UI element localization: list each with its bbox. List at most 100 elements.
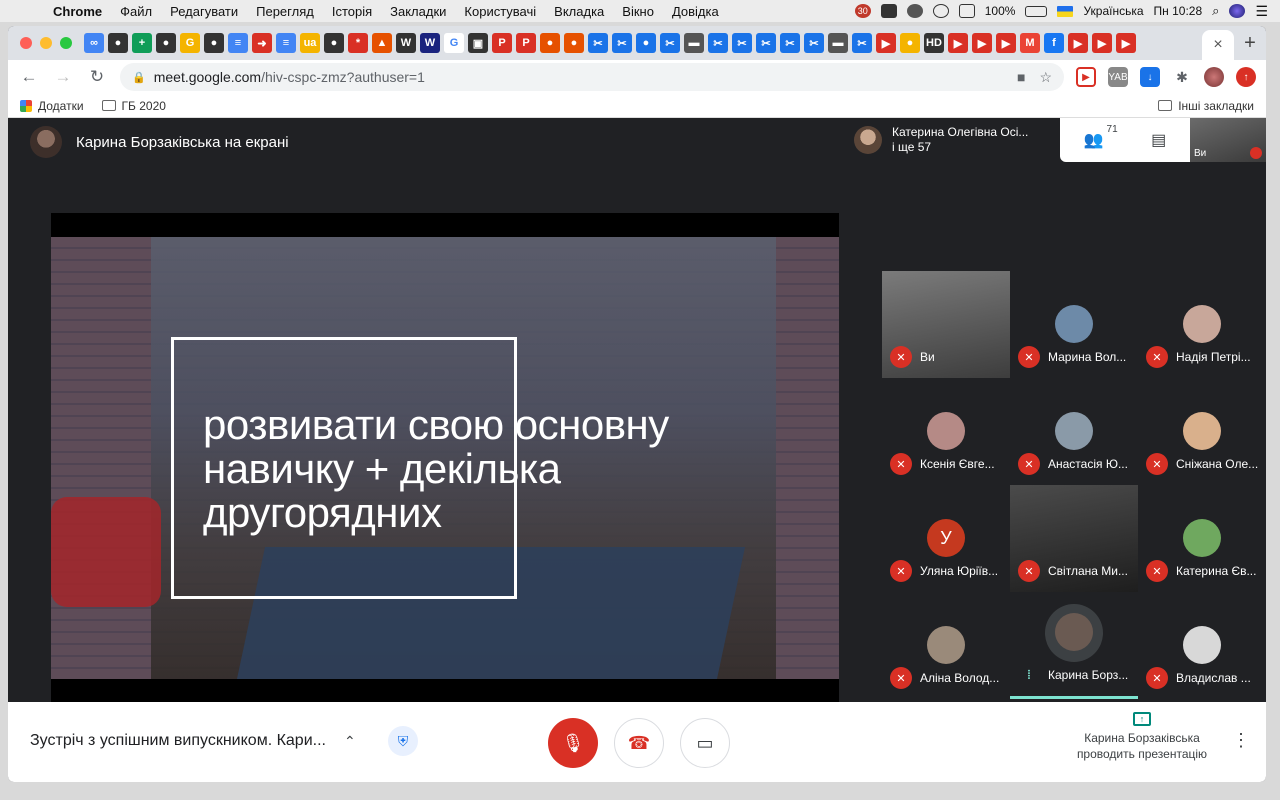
update-icon[interactable]: ↑ xyxy=(1236,67,1256,87)
mic-toggle-button[interactable]: 🎙 xyxy=(548,718,598,768)
spotlight-search-icon[interactable]: ⌕ xyxy=(1212,3,1219,19)
extension-download-icon[interactable]: ↓ xyxy=(1140,67,1160,87)
pinned-tab-favicon-icon[interactable]: ➜ xyxy=(252,33,272,53)
pinned-tab-favicon-icon[interactable]: ✂ xyxy=(732,33,752,53)
pinned-tab-favicon-icon[interactable]: W xyxy=(420,33,440,53)
pinned-tab-favicon-icon[interactable]: ✂ xyxy=(660,33,680,53)
pinned-tab-favicon-icon[interactable]: ✂ xyxy=(804,33,824,53)
extension-red-icon[interactable]: ▶ xyxy=(1076,67,1096,87)
participant-tile[interactable]: ✕ Аліна Волод... xyxy=(882,592,1010,699)
bookmark-star-icon[interactable]: ☆ xyxy=(1039,69,1052,86)
participant-tile[interactable]: ✕ Ксенія Євге... xyxy=(882,378,1010,485)
close-window-button[interactable] xyxy=(20,37,32,49)
pinned-tab-favicon-icon[interactable]: P xyxy=(516,33,536,53)
pinned-tab-favicon-icon[interactable]: ✂ xyxy=(852,33,872,53)
pinned-tab-favicon-icon[interactable]: ✂ xyxy=(612,33,632,53)
notification-badge-icon[interactable]: 30 xyxy=(854,4,871,18)
pinned-tab-favicon-icon[interactable]: ● xyxy=(204,33,224,53)
menu-users[interactable]: Користувачі xyxy=(455,4,545,19)
camera-toggle-button[interactable]: ▭ xyxy=(680,718,730,768)
profile-avatar[interactable] xyxy=(1204,67,1224,87)
menu-history[interactable]: Історія xyxy=(323,4,381,19)
pinned-tab-favicon-icon[interactable]: G xyxy=(180,33,200,53)
tab-close-icon[interactable]: × xyxy=(1213,36,1222,54)
feather-icon[interactable] xyxy=(880,4,897,18)
meeting-details[interactable]: Зустріч з успішним випускником. Кари... … xyxy=(30,732,356,750)
clock[interactable]: Пн 10:28 xyxy=(1154,4,1203,18)
extension-yab-icon[interactable]: YAB xyxy=(1108,67,1128,87)
more-options-icon[interactable]: ⋮ xyxy=(1232,730,1250,751)
pinned-tab-favicon-icon[interactable]: ▶ xyxy=(972,33,992,53)
participants-summary[interactable]: Катерина Олегівна Осі... і ще 57 xyxy=(846,118,1060,162)
self-view-mini[interactable]: Ви xyxy=(1190,118,1266,162)
pinned-tab-favicon-icon[interactable]: ▲ xyxy=(372,33,392,53)
pinned-tab-favicon-icon[interactable]: ● xyxy=(156,33,176,53)
participant-tile[interactable]: ✕ Світлана Ми... xyxy=(1010,485,1138,592)
battery-icon[interactable] xyxy=(1025,5,1048,17)
volume-icon[interactable] xyxy=(958,4,975,18)
pinned-tab-favicon-icon[interactable]: ● xyxy=(636,33,656,53)
reload-icon[interactable]: ↻ xyxy=(86,67,108,87)
siri-icon[interactable] xyxy=(1229,4,1246,18)
control-center-icon[interactable]: ☰ xyxy=(1255,3,1268,20)
pinned-tab-favicon-icon[interactable]: ua xyxy=(300,33,320,53)
bookmark-apps[interactable]: Додатки xyxy=(20,99,84,113)
pinned-tab-favicon-icon[interactable]: G xyxy=(444,33,464,53)
pinned-tab-favicon-icon[interactable]: ▶ xyxy=(1092,33,1112,53)
participant-tile[interactable]: ✕ Сніжана Оле... xyxy=(1138,378,1266,485)
zoom-window-button[interactable] xyxy=(60,37,72,49)
pinned-tab-favicon-icon[interactable]: ✂ xyxy=(756,33,776,53)
menu-window[interactable]: Вікно xyxy=(613,4,663,19)
pinned-tab-favicon-icon[interactable]: ▶ xyxy=(996,33,1016,53)
wifi-icon[interactable] xyxy=(932,4,949,18)
pinned-tab-favicon-icon[interactable]: ● xyxy=(564,33,584,53)
pinned-tab-favicon-icon[interactable]: ▶ xyxy=(948,33,968,53)
participant-tile[interactable]: ✕ Анастасія Ю... xyxy=(1010,378,1138,485)
pinned-tab-favicon-icon[interactable]: ∞ xyxy=(84,33,104,53)
pinned-tab-favicon-icon[interactable]: ✂ xyxy=(588,33,608,53)
menu-bookmarks[interactable]: Закладки xyxy=(381,4,455,19)
participant-tile[interactable]: ✕ Владислав ... xyxy=(1138,592,1266,699)
pinned-tab-favicon-icon[interactable]: ✂ xyxy=(780,33,800,53)
pinned-tab-favicon-icon[interactable]: ▬ xyxy=(684,33,704,53)
camera-in-use-icon[interactable]: ■ xyxy=(1017,69,1025,86)
pinned-tab-favicon-icon[interactable]: * xyxy=(348,33,368,53)
pinned-tab-favicon-icon[interactable]: ● xyxy=(540,33,560,53)
chat-button[interactable]: ▤ xyxy=(1151,130,1166,150)
keyboard-layout[interactable]: Українська xyxy=(1083,4,1143,18)
bookmark-other[interactable]: Інші закладки xyxy=(1158,99,1254,113)
pinned-tab-favicon-icon[interactable]: f xyxy=(1044,33,1064,53)
participant-tile[interactable]: ✕ Марина Вол... xyxy=(1010,271,1138,378)
pinned-tab-favicon-icon[interactable]: ≡ xyxy=(228,33,248,53)
participant-tile[interactable]: ✕ Ви xyxy=(882,271,1010,378)
tab-active-meet[interactable]: × xyxy=(1202,30,1234,60)
pinned-tab-favicon-icon[interactable]: + xyxy=(132,33,152,53)
menu-help[interactable]: Довідка xyxy=(663,4,728,19)
pinned-tab-favicon-icon[interactable]: ▶ xyxy=(1068,33,1088,53)
creative-cloud-icon[interactable] xyxy=(906,4,923,18)
pinned-tab-favicon-icon[interactable]: ≡ xyxy=(276,33,296,53)
bookmark-folder-gb2020[interactable]: ГБ 2020 xyxy=(101,99,166,113)
participant-tile[interactable]: ✕ Надія Петрі... xyxy=(1138,271,1266,378)
new-tab-button[interactable]: + xyxy=(1234,32,1266,55)
participant-tile[interactable]: У ✕ Уляна Юріїв... xyxy=(882,485,1010,592)
leave-call-button[interactable]: ☎ xyxy=(614,718,664,768)
lock-icon[interactable]: 🔒 xyxy=(132,71,146,84)
menu-edit[interactable]: Редагувати xyxy=(161,4,247,19)
participant-tile[interactable]: ✕ Катерина Єв... xyxy=(1138,485,1266,592)
pinned-tab-favicon-icon[interactable]: HD xyxy=(924,33,944,53)
pinned-tab-favicon-icon[interactable]: ✂ xyxy=(708,33,728,53)
back-icon[interactable]: ← xyxy=(18,67,40,87)
chevron-up-icon[interactable]: ⌃ xyxy=(344,733,356,750)
pinned-tab-favicon-icon[interactable]: ● xyxy=(108,33,128,53)
menu-view[interactable]: Перегляд xyxy=(247,4,323,19)
presenting-status[interactable]: ↑ Карина Борзаківська проводить презента… xyxy=(1068,712,1216,762)
menu-app-chrome[interactable]: Chrome xyxy=(44,4,111,19)
forward-icon[interactable]: → xyxy=(52,67,74,87)
address-bar[interactable]: 🔒 meet.google.com/hiv-cspc-zmz?authuser=… xyxy=(120,63,1064,91)
people-button[interactable]: 👥 71 xyxy=(1084,124,1118,150)
host-controls-shield-icon[interactable]: ⛨ xyxy=(388,726,418,756)
pinned-tab-favicon-icon[interactable]: ▶ xyxy=(1116,33,1136,53)
extensions-puzzle-icon[interactable]: ✱ xyxy=(1172,67,1192,87)
url-text[interactable]: meet.google.com/hiv-cspc-zmz?authuser=1 xyxy=(154,69,425,85)
